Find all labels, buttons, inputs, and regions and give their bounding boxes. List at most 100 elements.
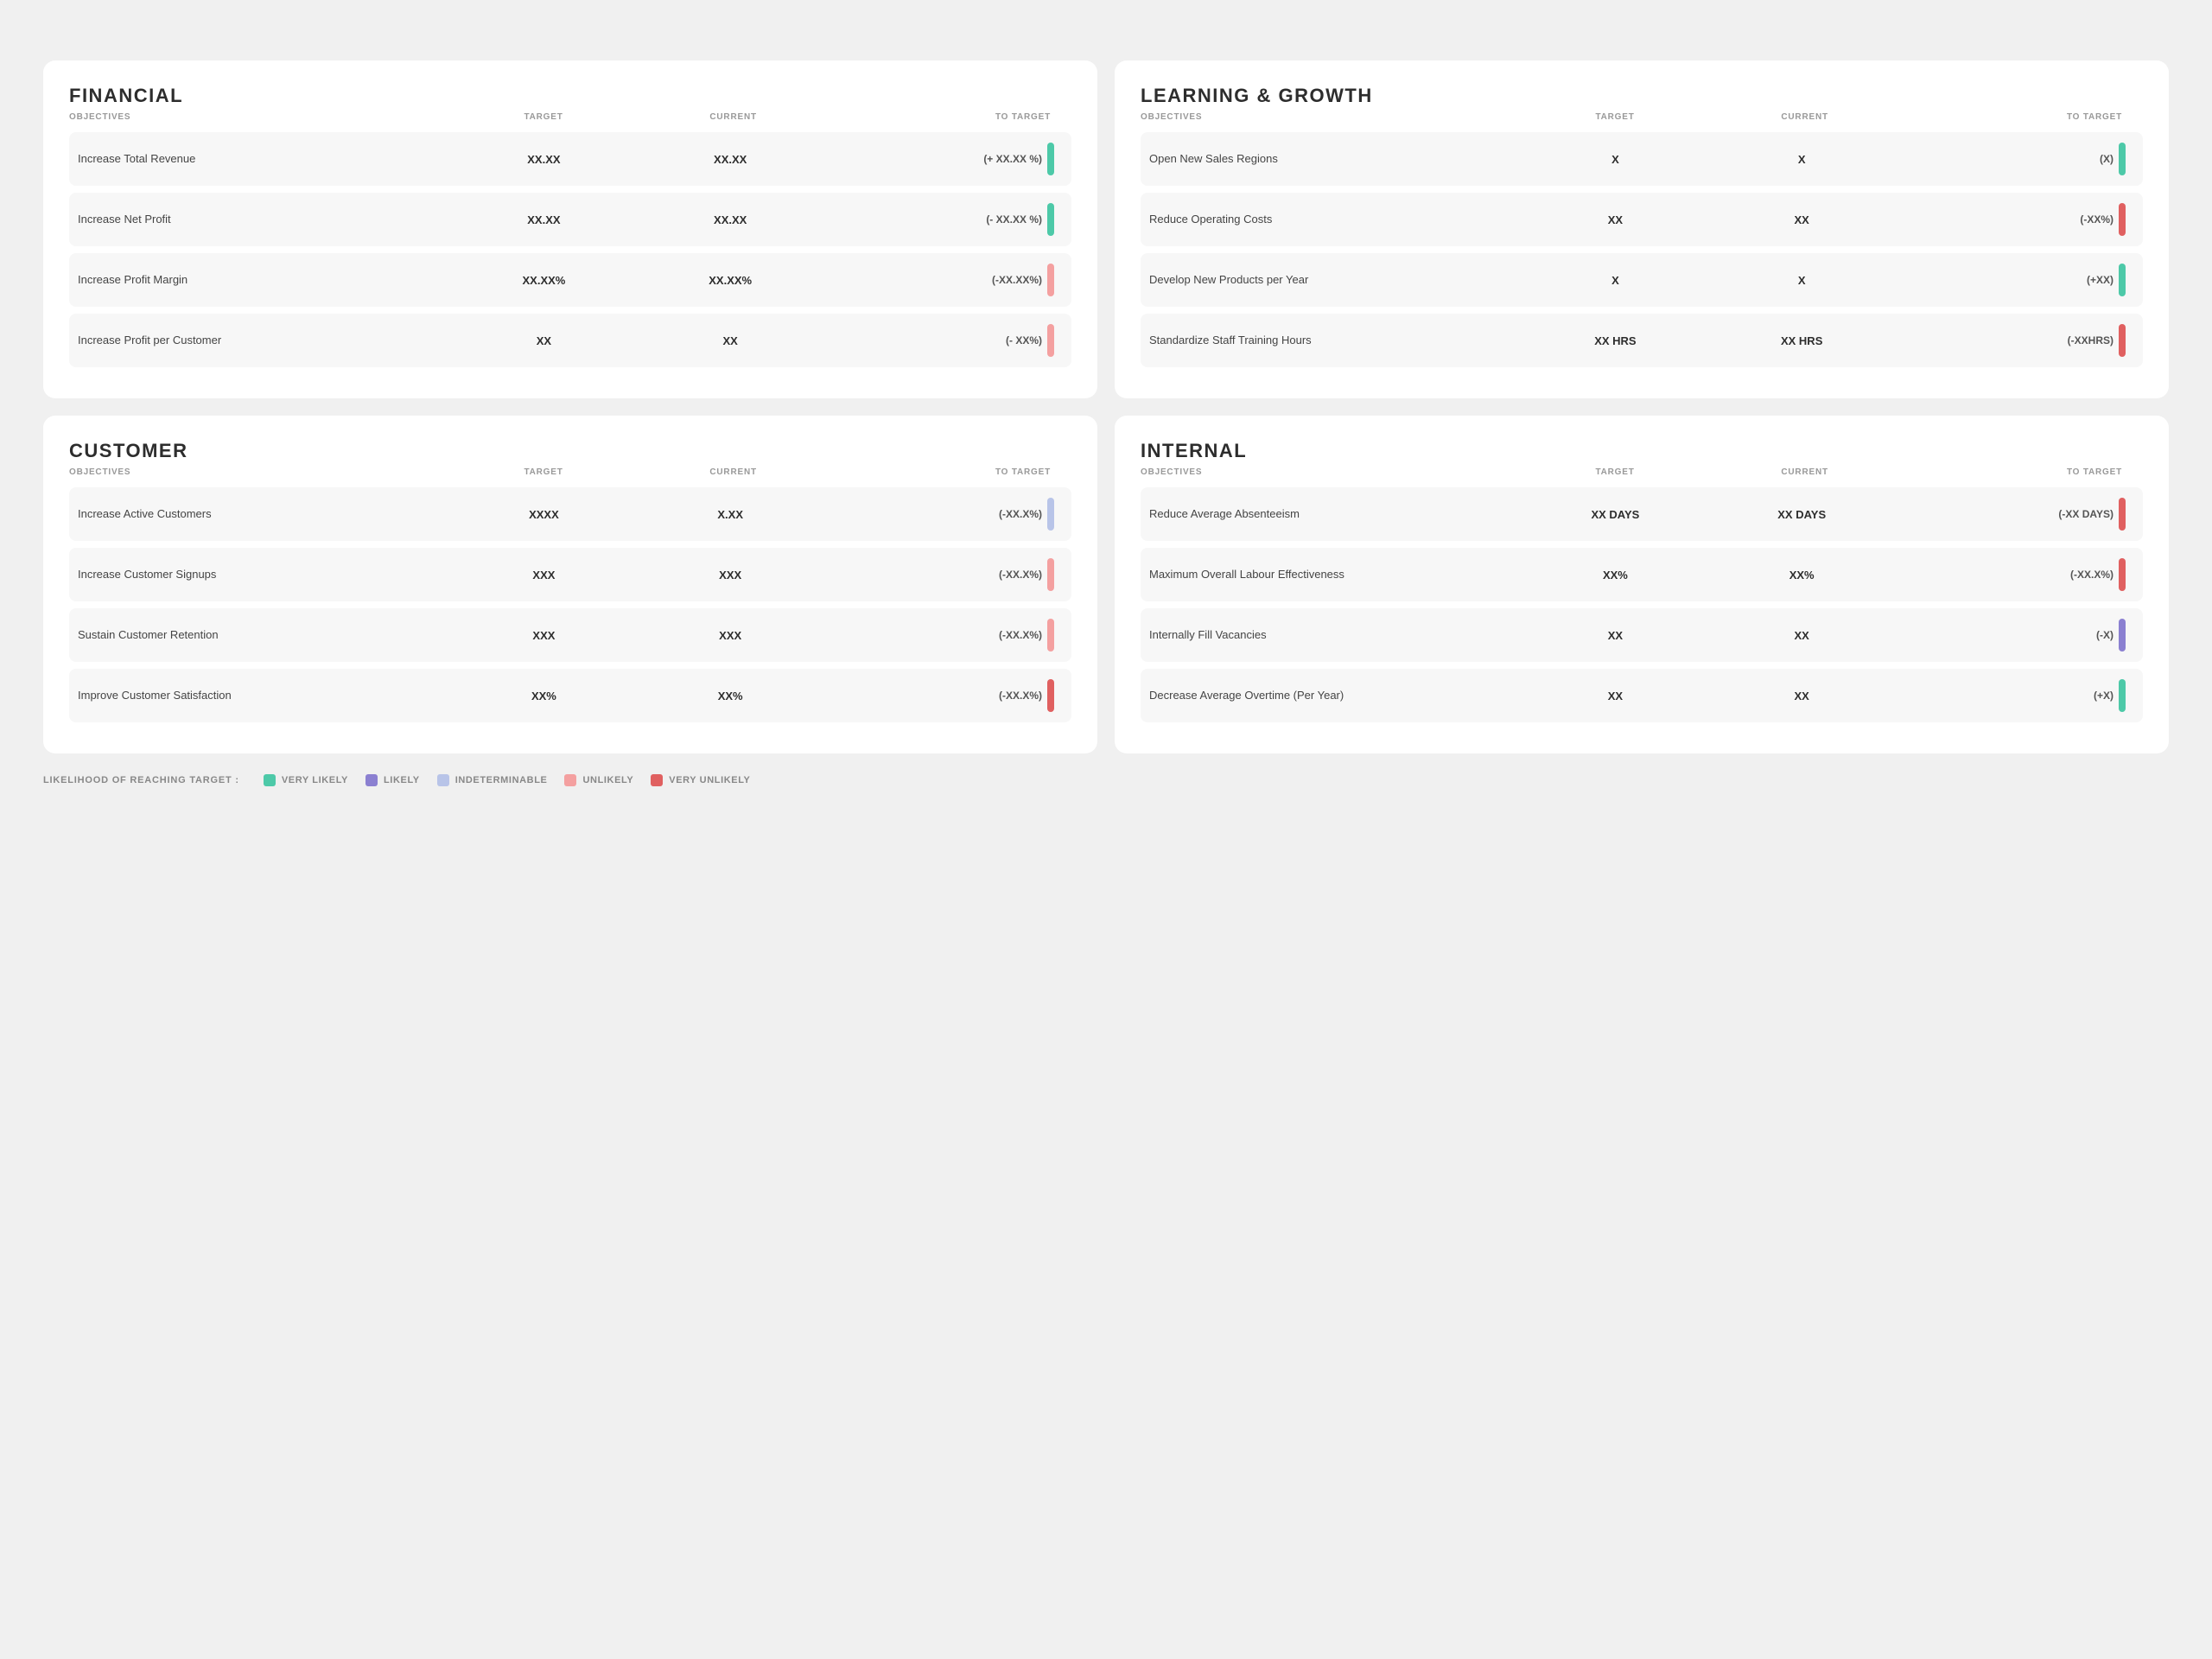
customer-row-2: Sustain Customer RetentionXXXXXX(-XX.X%) — [69, 608, 1071, 662]
col-header-current: CURRENT — [1710, 112, 1900, 122]
customer-row-1: Increase Customer SignupsXXXXXX(-XX.X%) — [69, 548, 1071, 601]
target-value: XX DAYS — [1522, 508, 1709, 521]
legend-item-3: UNLIKELY — [564, 774, 633, 786]
likelihood-bar — [2119, 679, 2126, 712]
likelihood-bar — [1047, 324, 1054, 357]
likelihood-bar — [1047, 498, 1054, 531]
current-value: XX.XX% — [637, 274, 823, 287]
target-value: XXXX — [451, 508, 638, 521]
target-value: XX.XX — [451, 213, 638, 226]
card-financial: FINANCIAL OBJECTIVESTARGETCURRENTTO TARGE… — [43, 60, 1097, 398]
current-value: XX.XX — [637, 213, 823, 226]
legend-item-1: LIKELY — [365, 774, 420, 786]
col-header-current: CURRENT — [639, 112, 829, 122]
to-target-value: (+XX) — [1895, 274, 2119, 286]
to-target-value: (-X) — [1895, 629, 2119, 641]
current-value: X.XX — [637, 508, 823, 521]
internal-row-2: Internally Fill VacanciesXXXX(-X) — [1141, 608, 2143, 662]
likelihood-bar — [2119, 264, 2126, 296]
learning-title: LEARNING & GROWTH — [1141, 85, 2143, 107]
col-header-to_target: TO TARGET — [828, 467, 1056, 477]
col-header-target: TARGET — [1520, 112, 1710, 122]
col-header-current: CURRENT — [639, 467, 829, 477]
target-value: XX.XX% — [451, 274, 638, 287]
likelihood-bar — [2119, 143, 2126, 175]
to-target-value: (+ XX.XX %) — [823, 153, 1047, 165]
internal-row-0: Reduce Average AbsenteeismXX DAYSXX DAYS… — [1141, 487, 2143, 541]
col-header-to_target: TO TARGET — [828, 112, 1056, 122]
col-header-current: CURRENT — [1710, 467, 1900, 477]
card-customer: CUSTOMER OBJECTIVESTARGETCURRENTTO TARGET… — [43, 416, 1097, 753]
to-target-value: (-XX DAYS) — [1895, 508, 2119, 520]
legend-color-box — [564, 774, 576, 786]
current-value: XX — [1708, 690, 1895, 702]
col-header-to_target: TO TARGET — [1899, 467, 2127, 477]
likelihood-bar — [2119, 619, 2126, 652]
learning-row-1: Reduce Operating CostsXXXX(-XX%) — [1141, 193, 2143, 246]
legend-item-label: UNLIKELY — [582, 775, 633, 785]
objective-name: Internally Fill Vacancies — [1149, 628, 1522, 643]
financial-row-0: Increase Total RevenueXX.XXXX.XX(+ XX.XX… — [69, 132, 1071, 186]
objective-name: Sustain Customer Retention — [78, 628, 451, 643]
to-target-value: (-XX.X%) — [823, 569, 1047, 581]
customer-row-3: Improve Customer SatisfactionXX%XX%(-XX.… — [69, 669, 1071, 722]
likelihood-bar — [1047, 679, 1054, 712]
legend-item-0: VERY LIKELY — [264, 774, 348, 786]
target-value: X — [1522, 274, 1709, 287]
current-value: XX HRS — [1708, 334, 1895, 347]
scorecard-grid: FINANCIALOBJECTIVESTARGETCURRENTTO TARGE… — [43, 60, 2169, 753]
target-value: XX.XX — [451, 153, 638, 166]
objective-name: Increase Active Customers — [78, 507, 451, 522]
target-value: XX — [451, 334, 638, 347]
objective-name: Open New Sales Regions — [1149, 152, 1522, 167]
internal-row-3: Decrease Average Overtime (Per Year)XXXX… — [1141, 669, 2143, 722]
to-target-value: (-XX.X%) — [823, 690, 1047, 702]
target-value: XX — [1522, 213, 1709, 226]
customer-col-headers: OBJECTIVESTARGETCURRENTTO TARGET — [69, 467, 1071, 480]
legend-color-box — [651, 774, 663, 786]
likelihood-bar — [1047, 203, 1054, 236]
financial-title: FINANCIAL — [69, 85, 1071, 107]
legend: LIKELIHOOD OF REACHING TARGET :VERY LIKE… — [43, 774, 2169, 786]
to-target-value: (-XX.X%) — [1895, 569, 2119, 581]
learning-row-0: Open New Sales RegionsXX(X) — [1141, 132, 2143, 186]
current-value: XX — [1708, 629, 1895, 642]
target-value: X — [1522, 153, 1709, 166]
financial-col-headers: OBJECTIVESTARGETCURRENTTO TARGET — [69, 112, 1071, 125]
likelihood-bar — [2119, 324, 2126, 357]
col-header-objectives: OBJECTIVES — [69, 112, 448, 122]
internal-col-headers: OBJECTIVESTARGETCURRENTTO TARGET — [1141, 467, 2143, 480]
objective-name: Reduce Average Absenteeism — [1149, 507, 1522, 522]
customer-title: CUSTOMER — [69, 440, 1071, 462]
customer-row-0: Increase Active CustomersXXXXX.XX(-XX.X%… — [69, 487, 1071, 541]
likelihood-bar — [1047, 558, 1054, 591]
col-header-to_target: TO TARGET — [1899, 112, 2127, 122]
card-internal: INTERNAL OBJECTIVESTARGETCURRENTTO TARGET… — [1115, 416, 2169, 753]
objective-name: Reduce Operating Costs — [1149, 213, 1522, 227]
to-target-value: (-XX.XX%) — [823, 274, 1047, 286]
financial-row-2: Increase Profit MarginXX.XX%XX.XX%(-XX.X… — [69, 253, 1071, 307]
objective-name: Increase Net Profit — [78, 213, 451, 227]
legend-color-box — [365, 774, 378, 786]
objective-name: Maximum Overall Labour Effectiveness — [1149, 568, 1522, 582]
to-target-value: (+X) — [1895, 690, 2119, 702]
current-value: XX% — [1708, 569, 1895, 582]
current-value: X — [1708, 153, 1895, 166]
objective-name: Increase Total Revenue — [78, 152, 451, 167]
to-target-value: (-XX.X%) — [823, 508, 1047, 520]
target-value: XX — [1522, 629, 1709, 642]
legend-color-box — [264, 774, 276, 786]
likelihood-bar — [2119, 498, 2126, 531]
col-header-objectives: OBJECTIVES — [1141, 467, 1520, 477]
internal-title: INTERNAL — [1141, 440, 2143, 462]
objective-name: Develop New Products per Year — [1149, 273, 1522, 288]
learning-col-headers: OBJECTIVESTARGETCURRENTTO TARGET — [1141, 112, 2143, 125]
current-value: XX — [637, 334, 823, 347]
target-value: XX — [1522, 690, 1709, 702]
to-target-value: (- XX.XX %) — [823, 213, 1047, 226]
likelihood-bar — [1047, 264, 1054, 296]
target-value: XX HRS — [1522, 334, 1709, 347]
legend-item-4: VERY UNLIKELY — [651, 774, 750, 786]
current-value: XX DAYS — [1708, 508, 1895, 521]
objective-name: Increase Customer Signups — [78, 568, 451, 582]
